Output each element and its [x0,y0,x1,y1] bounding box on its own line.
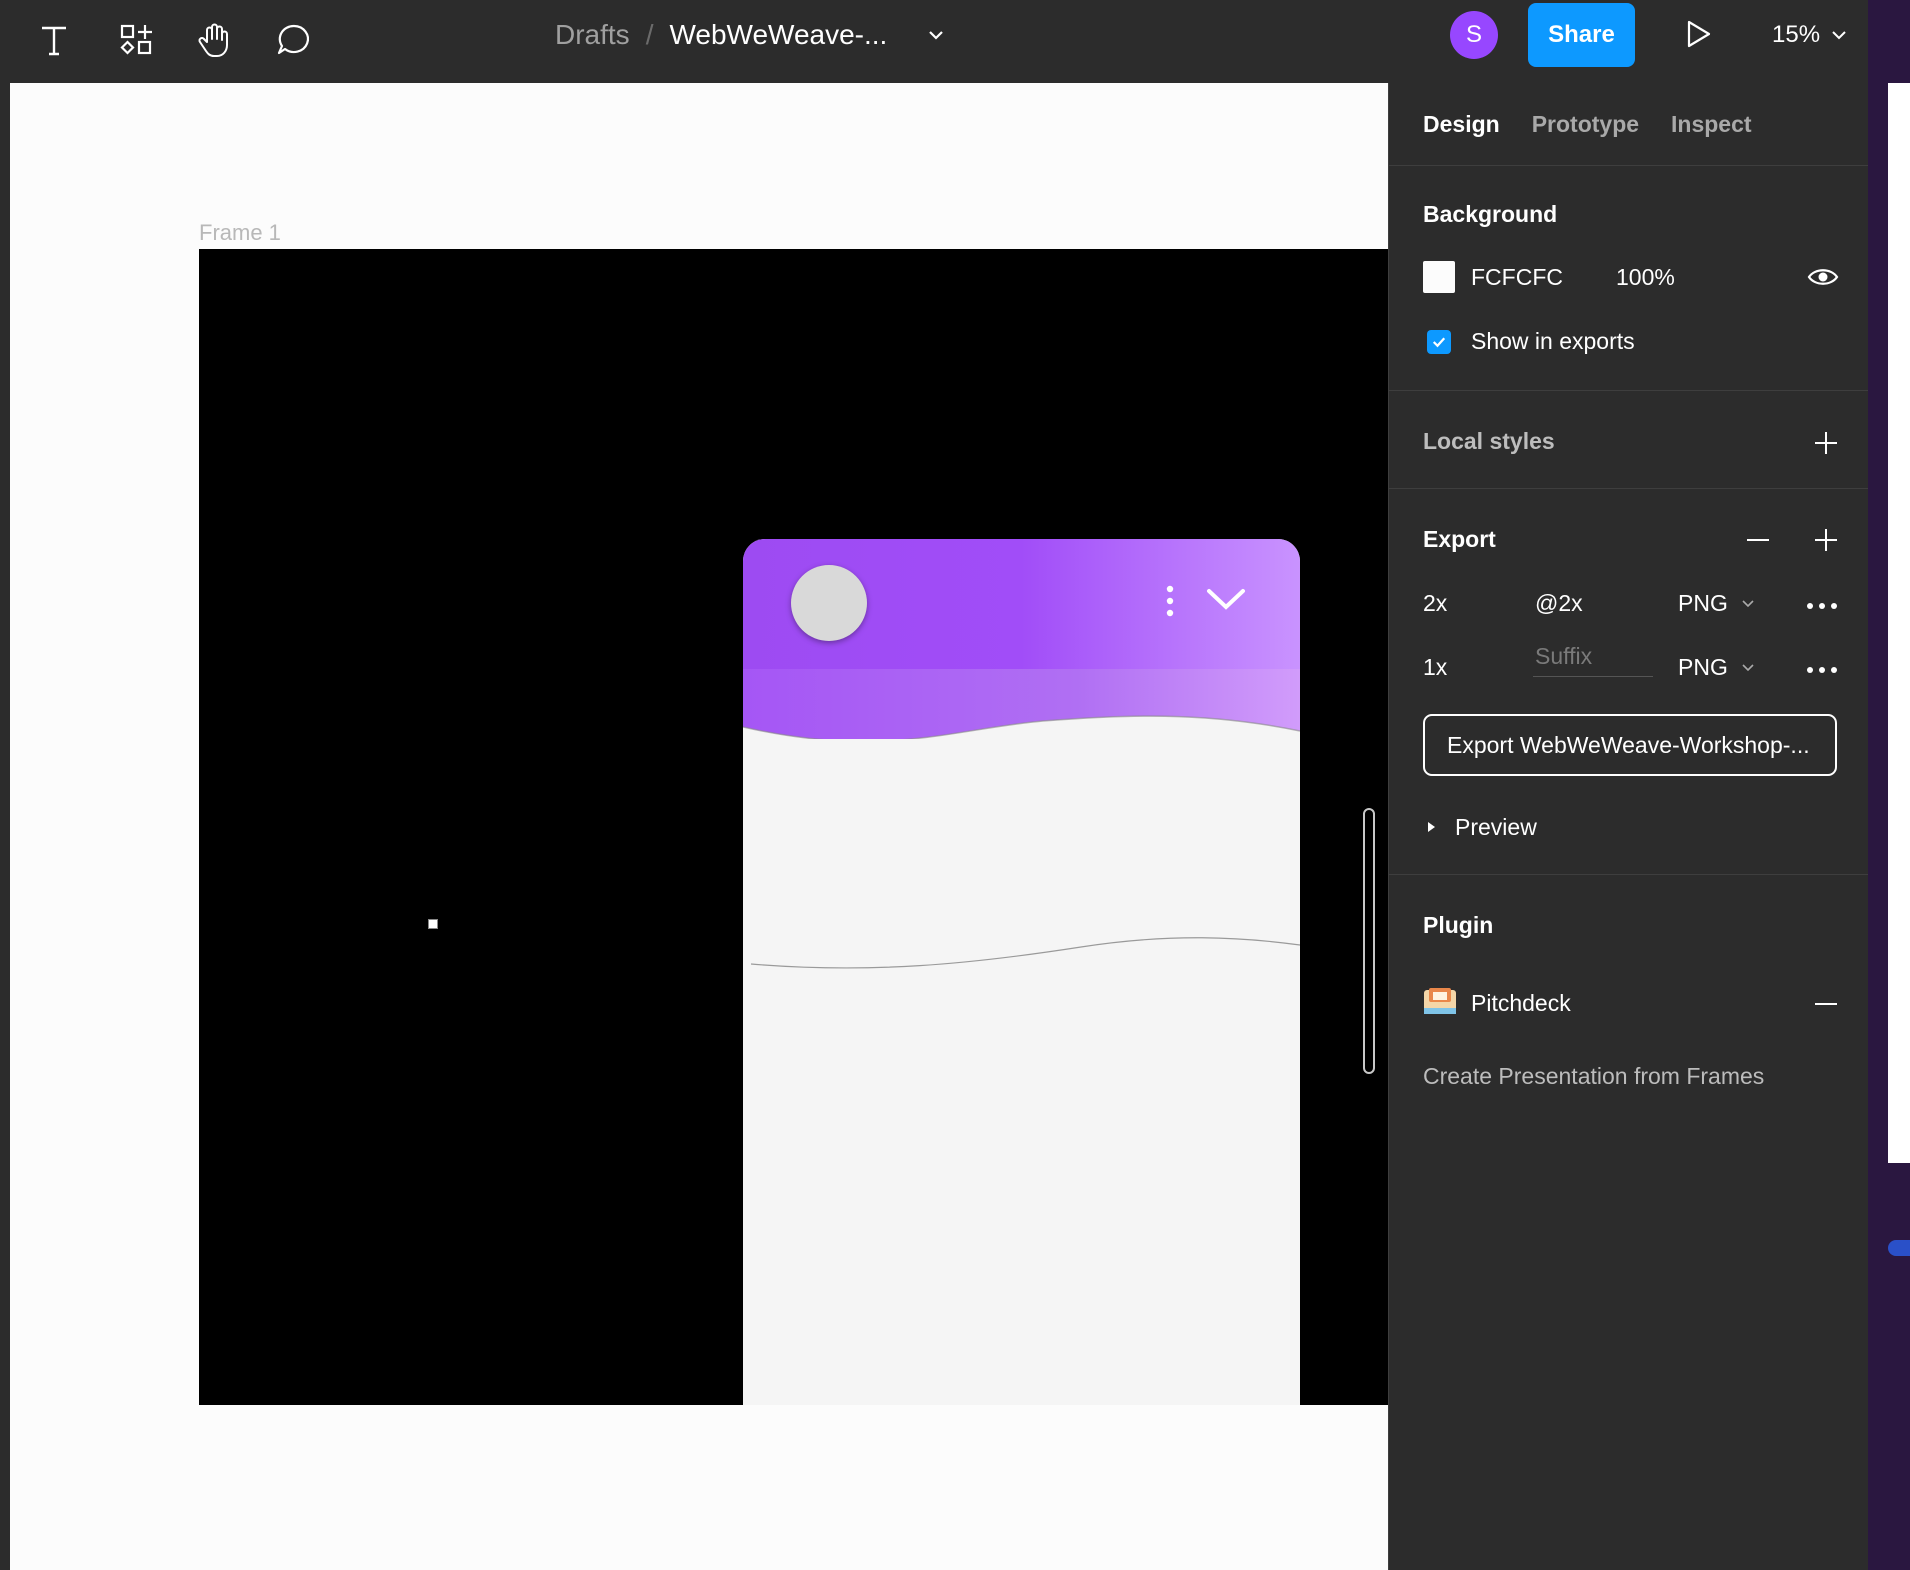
breadcrumb-separator: / [645,19,654,50]
local-styles-title: Local styles [1423,428,1555,454]
caret-right-icon[interactable] [1423,819,1439,835]
remove-plugin-minus-icon[interactable] [1812,990,1840,1018]
tab-inspect[interactable]: Inspect [1671,111,1752,138]
divider [1389,488,1869,489]
divider [1389,390,1869,391]
export-format-dropdown[interactable]: PNG [1678,654,1756,681]
eye-icon[interactable] [1807,263,1839,291]
file-name[interactable]: WebWeWeave-... [669,19,887,51]
chevron-down-icon [1832,31,1846,40]
components-tool-icon[interactable] [108,12,164,68]
export-button[interactable]: Export WebWeWeave-Workshop-... [1423,714,1837,776]
avatar[interactable]: S [1450,11,1498,59]
properties-panel: Design Prototype Inspect Background FCFC… [1388,83,1869,1570]
checkmark-icon [1432,337,1446,348]
export-suffix-2x[interactable]: @2x [1535,590,1583,617]
preview-toggle-label[interactable]: Preview [1455,814,1537,841]
kebab-menu-icon [1166,585,1174,617]
card-divider-wave [751,937,1300,969]
export-suffix-input[interactable]: Suffix [1533,636,1653,677]
tab-design[interactable]: Design [1423,111,1500,138]
comment-tool-icon[interactable] [266,12,322,68]
more-options-icon[interactable] [1806,602,1838,610]
zoom-level: 15% [1772,21,1821,48]
add-export-plus-icon[interactable] [1812,526,1840,554]
plugin-section-title: Plugin [1423,912,1494,938]
divider [1389,165,1869,166]
share-button[interactable]: Share [1528,3,1635,67]
plugin-name[interactable]: Pitchdeck [1471,990,1571,1017]
card-avatar-circle [791,565,867,641]
canvas-scrollbar[interactable] [1363,808,1375,1074]
show-in-exports-checkbox[interactable] [1427,330,1451,354]
top-toolbar: Drafts / WebWeWeave-... S Share 15% [0,0,1868,83]
breadcrumb-drafts[interactable]: Drafts [555,19,630,51]
phone-card-design[interactable] [743,539,1300,1405]
card-header-wave [743,669,1300,739]
export-scale-2x[interactable]: 2x [1423,590,1447,617]
show-in-exports-label[interactable]: Show in exports [1471,328,1635,355]
divider [1389,874,1869,875]
more-options-icon[interactable] [1806,666,1838,674]
export-scale-1x[interactable]: 1x [1423,654,1447,681]
background-color-swatch[interactable] [1423,261,1455,293]
chevron-down-icon [1742,599,1754,607]
background-window-content [1888,83,1910,1163]
remove-export-minus-icon[interactable] [1744,526,1772,554]
pitchdeck-plugin-icon [1424,988,1456,1014]
tab-prototype[interactable]: Prototype [1532,111,1639,138]
present-play-icon[interactable] [1680,16,1716,52]
background-opacity-value[interactable]: 100% [1616,264,1675,291]
background-section-title: Background [1423,201,1558,227]
add-style-plus-icon[interactable] [1812,429,1840,457]
background-hex-value[interactable]: FCFCFC [1471,264,1563,291]
breadcrumb: Drafts / WebWeWeave-... [555,0,947,70]
export-format-value: PNG [1678,654,1728,680]
text-tool-icon[interactable] [26,12,82,68]
selection-handle[interactable] [428,919,438,929]
plugin-description[interactable]: Create Presentation from Frames [1423,1063,1764,1090]
frame-label[interactable]: Frame 1 [199,220,281,246]
left-panel-edge [0,83,10,1570]
background-window-accent [1888,1240,1910,1256]
chevron-down-icon [1742,663,1754,671]
chevron-down-icon [1207,589,1245,610]
export-format-value: PNG [1678,590,1728,616]
export-format-dropdown[interactable]: PNG [1678,590,1756,617]
frame-1[interactable] [199,249,1388,1405]
chevron-down-icon[interactable] [925,24,947,46]
panel-tabs: Design Prototype Inspect [1423,111,1752,138]
hand-tool-icon[interactable] [187,12,243,68]
figma-window: Drafts / WebWeWeave-... S Share 15% Fram… [0,0,1910,1570]
background-window-edge [1868,0,1910,1570]
export-section-title: Export [1423,526,1496,552]
zoom-dropdown[interactable]: 15% [1772,0,1848,70]
